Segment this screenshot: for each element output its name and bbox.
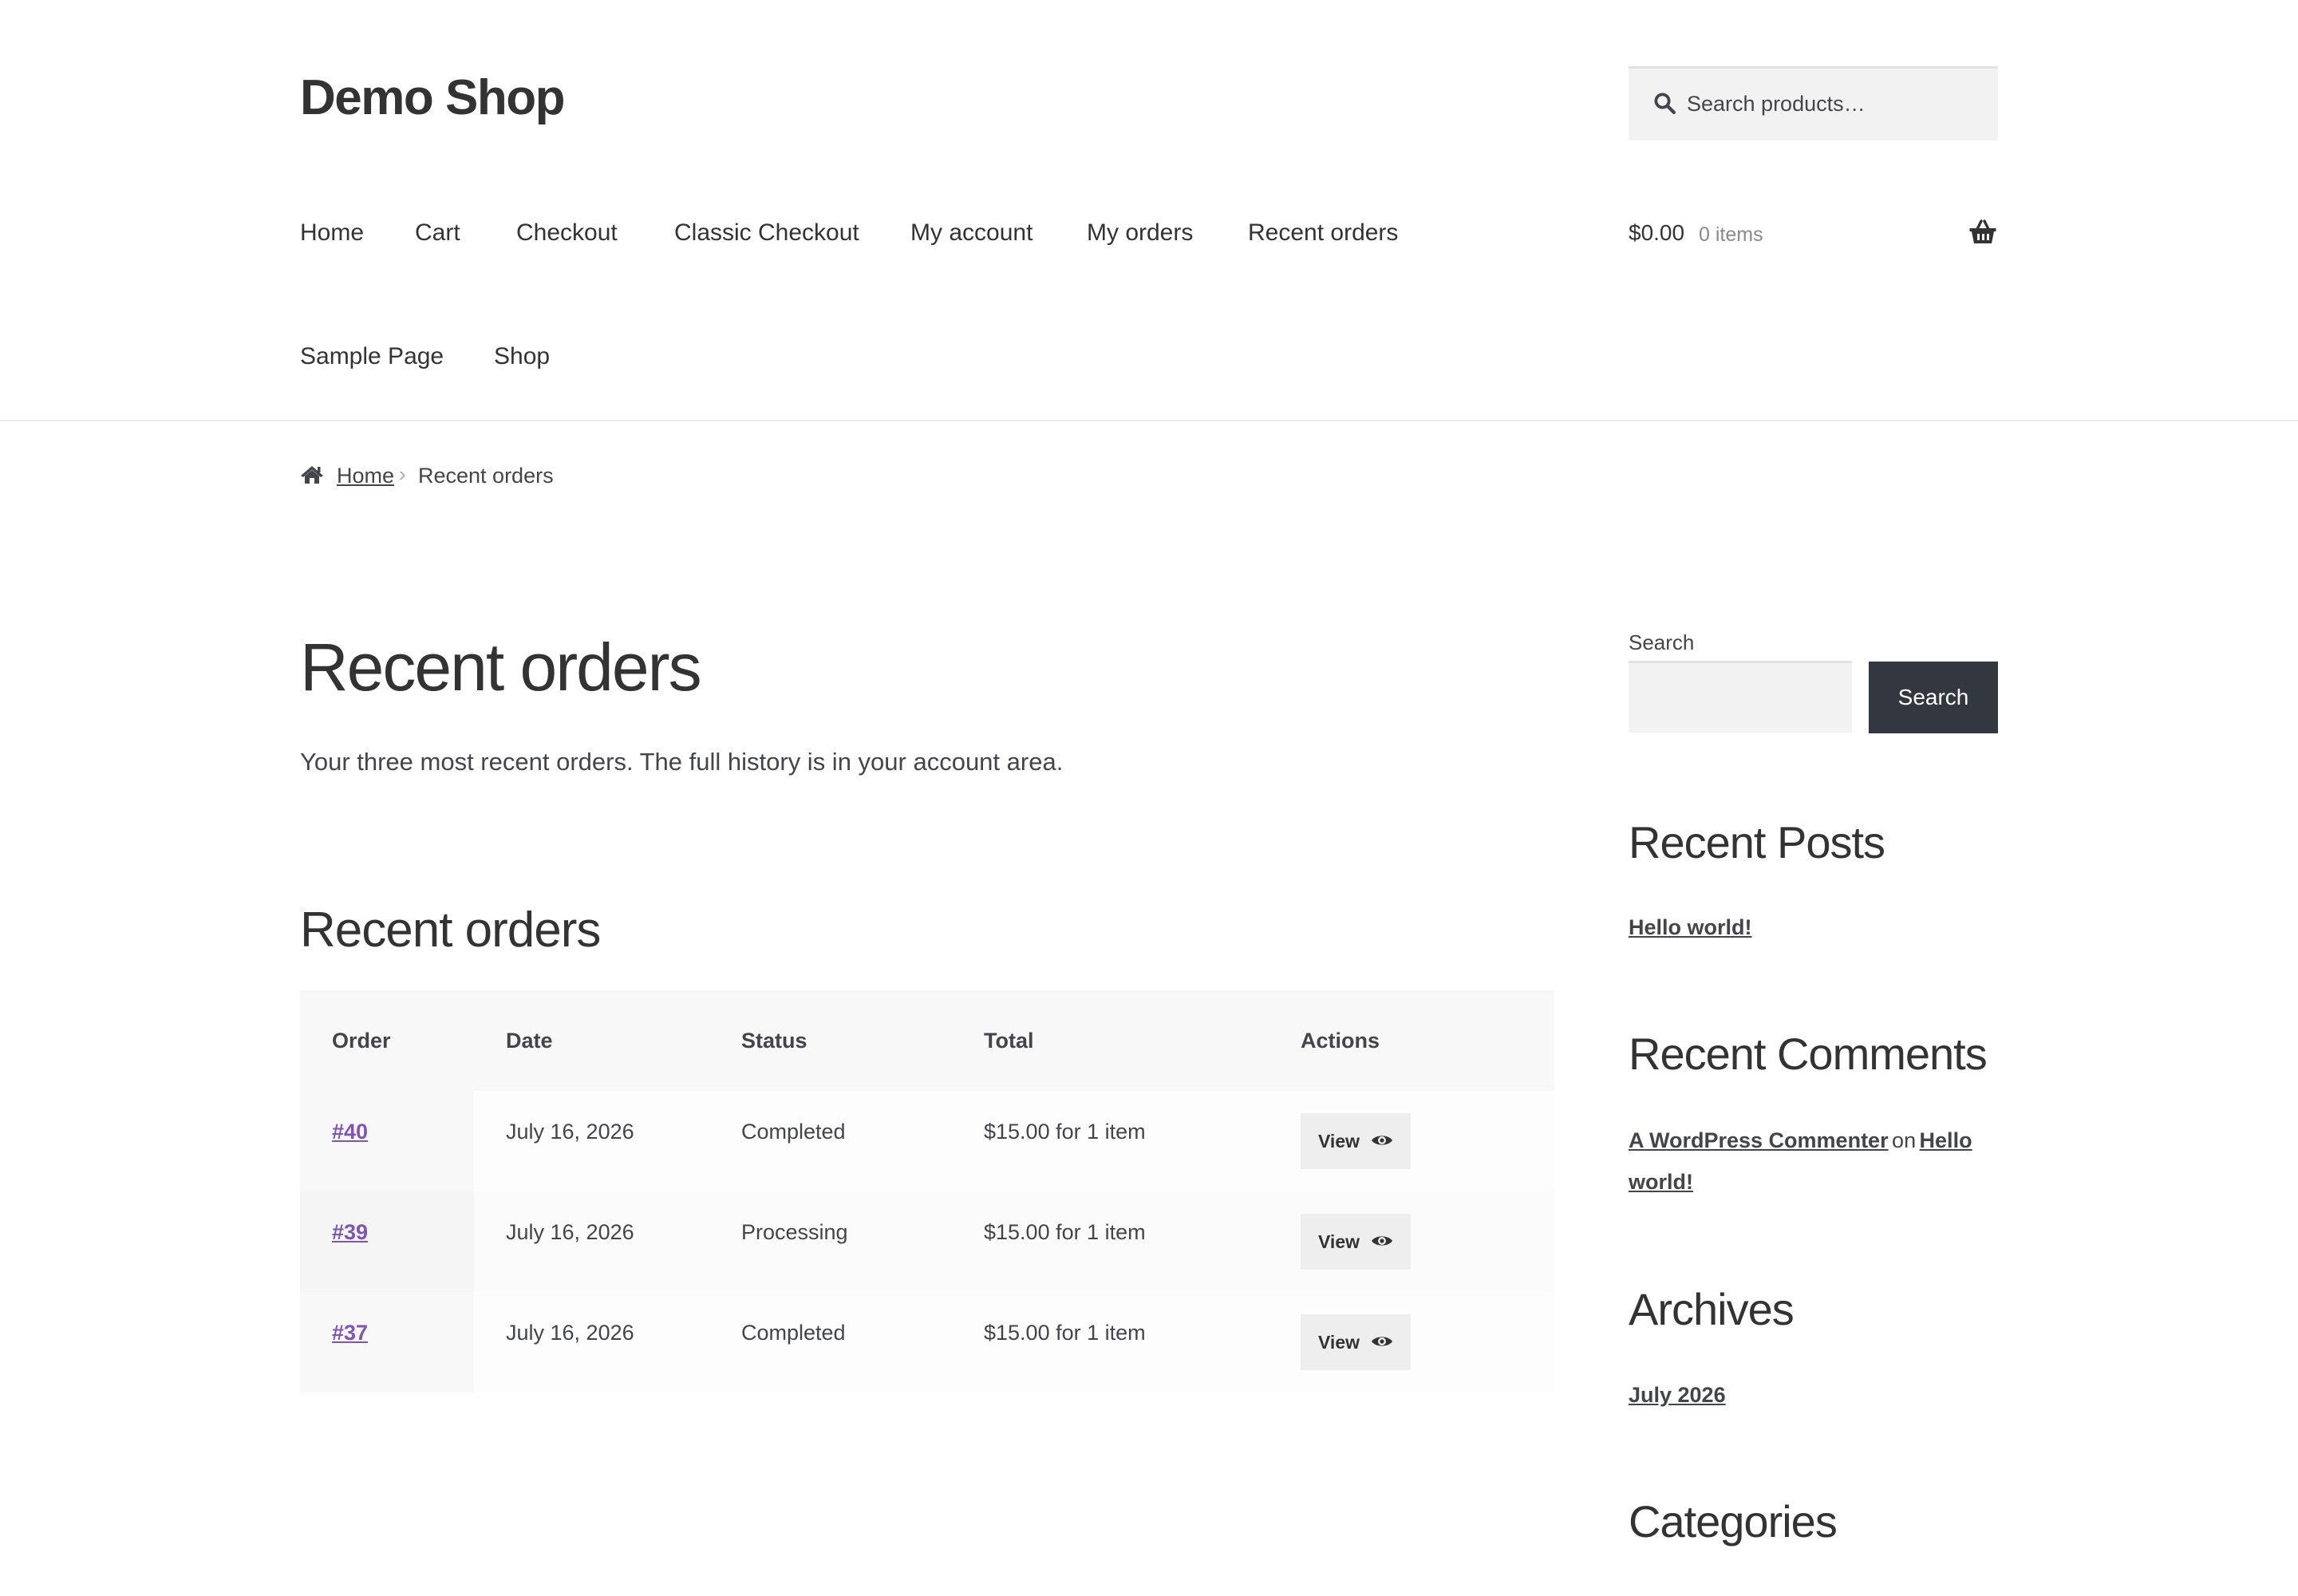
eye-icon	[1371, 1131, 1393, 1152]
site-title[interactable]: Demo Shop	[300, 69, 565, 128]
basket-icon[interactable]	[1968, 219, 1997, 250]
nav-item-home[interactable]: Home	[300, 217, 364, 249]
breadcrumb-current: Recent orders	[418, 464, 554, 488]
view-button-label: View	[1318, 1231, 1360, 1252]
categories-title: Categories	[1629, 1496, 1838, 1547]
order-date-cell: July 16, 2026	[474, 1292, 741, 1393]
order-total: $15.00 for 1 item	[984, 1119, 1146, 1144]
nav-item-sample-page[interactable]: Sample Page	[300, 341, 444, 373]
order-date: July 16, 2026	[506, 1219, 634, 1244]
page-intro: Your three most recent orders. The full …	[300, 748, 1064, 776]
nav-item-cart[interactable]: Cart	[415, 217, 460, 249]
order-link[interactable]: #37	[332, 1321, 368, 1345]
comment-post-link-line1[interactable]: Hello	[1920, 1128, 1972, 1152]
order-actions-cell: View	[1301, 1191, 1554, 1292]
order-date: July 16, 2026	[506, 1320, 634, 1345]
nav-item-shop[interactable]: Shop	[494, 341, 550, 373]
sidebar-search-label: Search	[1629, 630, 1695, 654]
column-header-order: Order	[300, 990, 474, 1091]
comment-on-text: on	[1892, 1128, 1917, 1152]
view-button-label: View	[1318, 1331, 1360, 1353]
order-number-cell: #39	[300, 1191, 474, 1292]
order-total-cell: $15.00 for 1 item	[984, 1091, 1301, 1191]
sidebar-search-input[interactable]	[1629, 661, 1852, 733]
order-total: $15.00 for 1 item	[984, 1219, 1146, 1244]
breadcrumb-home-link[interactable]: Home	[337, 461, 394, 490]
order-total-cell: $15.00 for 1 item	[984, 1292, 1301, 1393]
table-header-row: Order Date Status Total Actions	[300, 990, 1554, 1091]
column-header-actions: Actions	[1301, 990, 1554, 1091]
nav-item-my-orders[interactable]: My orders	[1087, 217, 1193, 249]
order-status: Completed	[741, 1119, 846, 1144]
column-header-total: Total	[984, 990, 1301, 1091]
order-total: $15.00 for 1 item	[984, 1320, 1146, 1345]
recent-posts-title: Recent Posts	[1629, 817, 1885, 867]
nav-item-recent-orders[interactable]: Recent orders	[1248, 217, 1398, 249]
order-number-cell: #40	[300, 1091, 474, 1191]
recent-post-link[interactable]: Hello world!	[1629, 907, 1752, 948]
order-link[interactable]: #40	[332, 1120, 368, 1144]
search-products-input[interactable]	[1687, 69, 1982, 139]
eye-icon	[1371, 1332, 1393, 1353]
nav-item-my-account[interactable]: My account	[910, 217, 1033, 249]
cart-item-count[interactable]: 0 items	[1699, 220, 1763, 249]
view-order-button[interactable]: View	[1301, 1113, 1411, 1169]
page-title: Recent orders	[300, 630, 702, 705]
order-date-cell: July 16, 2026	[474, 1191, 741, 1292]
recent-comment-item: A WordPress Commenter on Hello world!	[1629, 1120, 2004, 1203]
header-divider	[0, 420, 2298, 421]
comment-author-link[interactable]: A WordPress Commenter	[1629, 1128, 1889, 1152]
order-link[interactable]: #39	[332, 1220, 368, 1244]
table-row: #37 July 16, 2026 Completed $15.00 for 1…	[300, 1292, 1554, 1393]
column-header-date: Date	[474, 990, 741, 1091]
order-actions-cell: View	[1301, 1292, 1554, 1393]
breadcrumb-separator-icon: ›	[399, 462, 406, 486]
table-row: #40 July 16, 2026 Completed $15.00 for 1…	[300, 1091, 1554, 1191]
search-icon	[1652, 91, 1676, 119]
order-date: July 16, 2026	[506, 1119, 634, 1144]
recent-orders-table: Order Date Status Total Actions #40 July…	[300, 990, 1554, 1393]
comment-post-link-line2[interactable]: world!	[1629, 1170, 1693, 1194]
archives-title: Archives	[1629, 1284, 1795, 1334]
page: Demo Shop Home Cart Checkout Classic Che…	[0, 0, 2298, 1596]
order-status: Processing	[741, 1219, 848, 1244]
order-actions-cell: View	[1301, 1091, 1554, 1191]
order-date-cell: July 16, 2026	[474, 1091, 741, 1191]
order-status-cell: Processing	[741, 1191, 984, 1292]
section-title: Recent orders	[300, 903, 601, 958]
order-total-cell: $15.00 for 1 item	[984, 1191, 1301, 1292]
column-header-status: Status	[741, 990, 984, 1091]
home-icon	[300, 465, 324, 488]
sidebar-search-button[interactable]: Search	[1869, 662, 1998, 733]
recent-comments-title: Recent Comments	[1629, 1029, 1988, 1079]
cart-total[interactable]: $0.00	[1629, 217, 1684, 249]
nav-item-checkout[interactable]: Checkout	[516, 217, 618, 249]
view-order-button[interactable]: View	[1301, 1214, 1411, 1270]
order-number-cell: #37	[300, 1292, 474, 1393]
nav-item-classic-checkout[interactable]: Classic Checkout	[674, 217, 859, 249]
eye-icon	[1371, 1231, 1393, 1253]
product-search	[1629, 66, 1998, 140]
view-button-label: View	[1318, 1130, 1360, 1152]
table-row: #39 July 16, 2026 Processing $15.00 for …	[300, 1191, 1554, 1292]
order-status-cell: Completed	[741, 1292, 984, 1393]
view-order-button[interactable]: View	[1301, 1314, 1411, 1370]
order-status-cell: Completed	[741, 1091, 984, 1191]
archive-link[interactable]: July 2026	[1629, 1374, 1726, 1416]
order-status: Completed	[741, 1320, 846, 1345]
